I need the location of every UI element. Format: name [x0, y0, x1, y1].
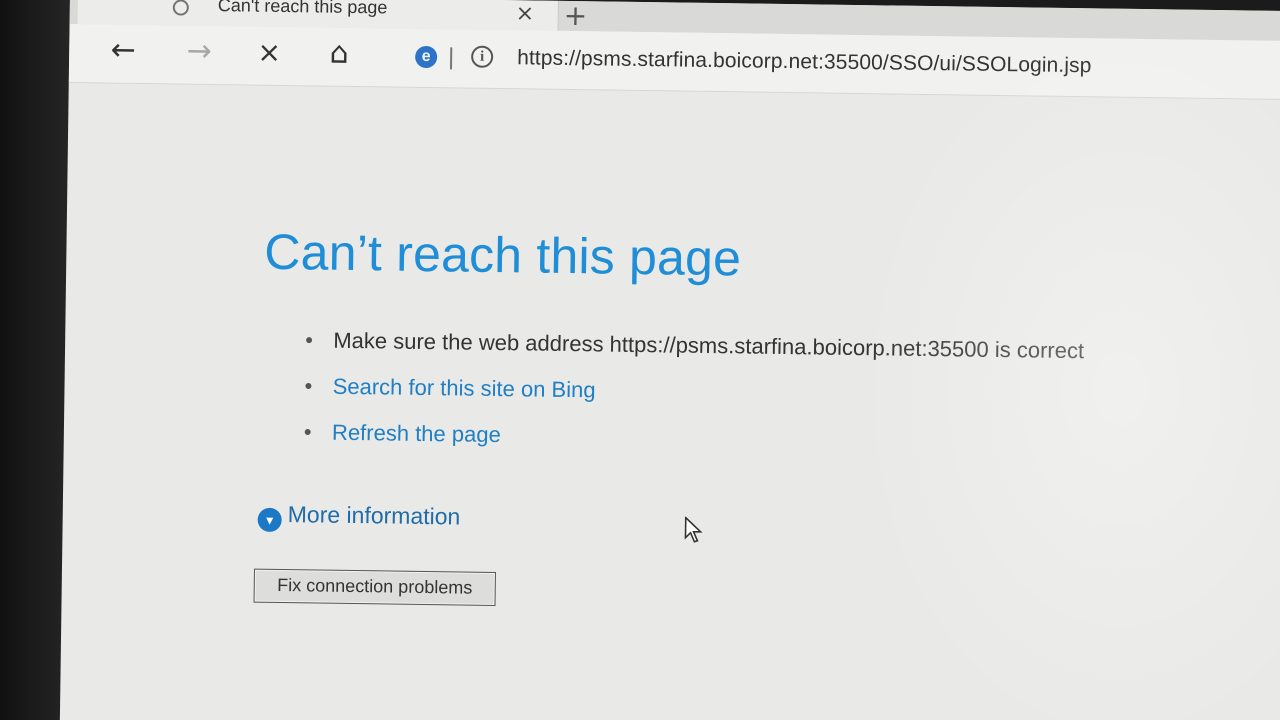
browser-tab-icon: [172, 0, 189, 16]
refresh-page-link[interactable]: Refresh the page: [332, 420, 501, 447]
troubleshooting-list: • Make sure the web address https://psms…: [304, 317, 1206, 468]
tab-title: Can't reach this page: [217, 0, 388, 18]
search-bing-link[interactable]: Search for this site on Bing: [333, 374, 596, 403]
chevron-down-icon: ▾: [257, 507, 282, 533]
home-icon[interactable]: ⌂: [325, 36, 353, 71]
page-title: Can’t reach this page: [264, 223, 742, 287]
stop-icon[interactable]: ×: [255, 36, 283, 69]
forward-icon[interactable]: →: [185, 34, 213, 69]
fix-connection-problems-button[interactable]: Fix connection problems: [253, 568, 496, 607]
bullet-icon: •: [304, 373, 313, 399]
close-tab-icon[interactable]: ×: [516, 1, 535, 26]
new-tab-icon[interactable]: +: [564, 0, 588, 32]
error-page-content: Can’t reach this page • Make sure the we…: [253, 223, 1084, 607]
more-information-label: More information: [287, 501, 461, 530]
bullet-icon: •: [303, 419, 312, 445]
browser-window: Can't reach this page × + ← → × ⌂ e i ht…: [59, 0, 1280, 720]
site-info-icon[interactable]: i: [471, 45, 494, 68]
browser-screenshot: Can't reach this page × + ← → × ⌂ e i ht…: [0, 0, 1280, 720]
address-bar-divider: [449, 47, 453, 70]
more-information-toggle[interactable]: ▾ More information: [257, 501, 461, 535]
bullet-icon: •: [305, 327, 314, 353]
back-icon[interactable]: ←: [109, 33, 137, 68]
check-address-text: Make sure the web address https://psms.s…: [333, 327, 1085, 364]
address-bar-url[interactable]: https://psms.starfina.boicorp.net:35500/…: [517, 46, 1092, 78]
mouse-cursor-icon: [684, 516, 703, 543]
browser-logo-icon: e: [415, 45, 438, 69]
